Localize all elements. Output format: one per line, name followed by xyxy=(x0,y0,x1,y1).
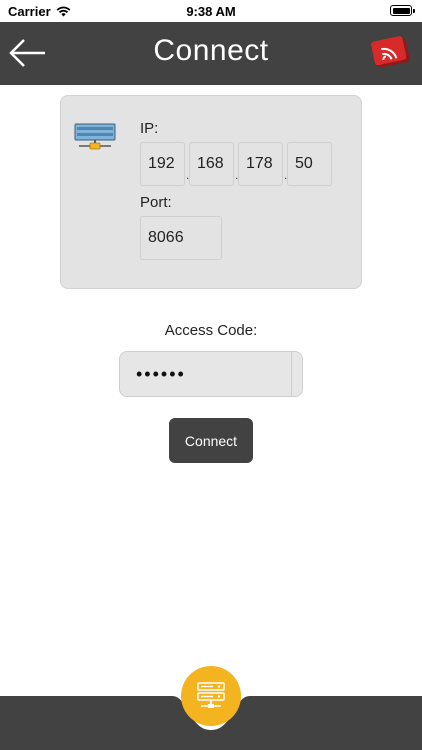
access-code-input[interactable] xyxy=(119,351,303,397)
battery-icon xyxy=(390,5,415,16)
connect-button[interactable]: Connect xyxy=(169,418,253,463)
ip-octet-3-input[interactable] xyxy=(238,142,283,186)
port-input[interactable] xyxy=(140,216,222,260)
cast-logo-icon xyxy=(371,36,410,68)
ip-octet-2-input[interactable] xyxy=(189,142,234,186)
server-card: IP: . . . Port: xyxy=(60,95,362,289)
server-rack-icon xyxy=(197,682,225,708)
app-header: Connect xyxy=(0,22,422,85)
cast-logo-button[interactable] xyxy=(370,32,414,72)
port-label: Port: xyxy=(140,194,172,211)
server-list-button[interactable] xyxy=(181,666,241,726)
page-title: Connect xyxy=(153,34,269,67)
ip-label: IP: xyxy=(140,120,159,137)
server-network-icon xyxy=(74,123,116,150)
status-time: 9:38 AM xyxy=(186,4,236,19)
ip-octet-1-input[interactable] xyxy=(140,142,185,186)
access-code-divider xyxy=(291,352,292,396)
access-code-label: Access Code: xyxy=(164,322,258,339)
status-bar: Carrier 9:38 AM xyxy=(0,0,422,22)
ip-octet-4-input[interactable] xyxy=(287,142,332,186)
